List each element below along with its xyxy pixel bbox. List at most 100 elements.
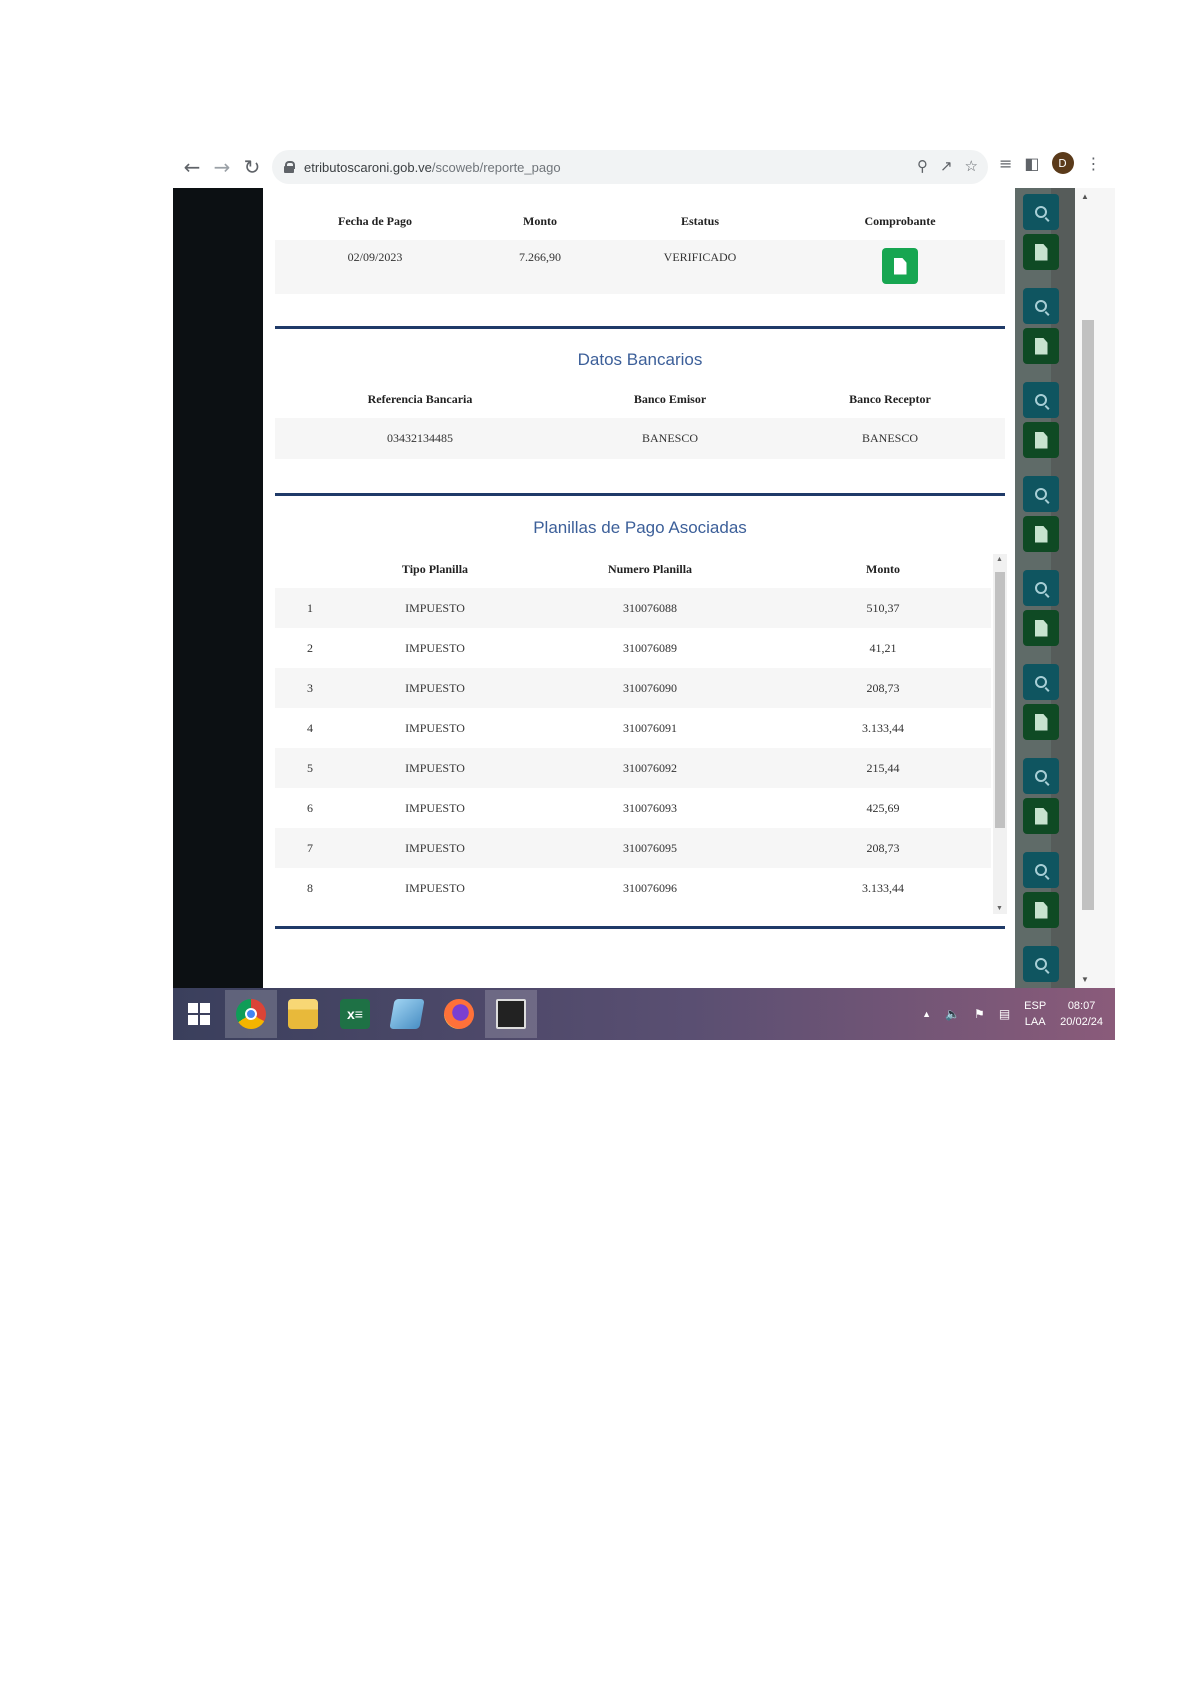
clock-date: 20/02/24 [1060,1016,1103,1028]
planillas-title: Planillas de Pago Asociadas [533,518,747,537]
left-sidebar [173,188,263,988]
planillas-table: Tipo Planilla Numero Planilla Monto 1 IMP… [275,550,991,908]
table-header-row: Tipo Planilla Numero Planilla Monto [275,550,991,588]
taskbar-app[interactable] [485,990,537,1038]
column-header: Numero Planilla [607,561,693,576]
scrollbar-thumb[interactable] [995,572,1005,828]
browser-toolbar: ← → ↻ etributoscaroni.gob.ve/scoweb/repo… [173,146,1115,188]
network-icon[interactable]: ▤ [999,1007,1010,1021]
app-icon [496,999,526,1029]
flag-icon[interactable]: ⚑ [974,1007,985,1021]
menu-kebab-icon[interactable]: ⋮ [1086,154,1102,173]
document-button[interactable] [1023,704,1059,740]
estatus-pago: VERIFICADO [663,250,737,264]
search-button[interactable] [1023,758,1059,794]
language-indicator[interactable]: ESP LAA [1024,998,1046,1030]
search-button[interactable] [1023,852,1059,888]
search-button[interactable] [1023,946,1059,982]
search-button[interactable] [1023,288,1059,324]
document-button[interactable] [1023,234,1059,270]
taskbar-notepad[interactable] [381,990,433,1038]
planilla-index: 8 [307,880,313,895]
column-header: Banco Emisor [633,391,707,406]
tray-expand-icon[interactable]: ▲ [922,1009,931,1019]
monto-planilla: 215,44 [866,760,900,775]
address-bar[interactable]: etributoscaroni.gob.ve/scoweb/reporte_pa… [272,150,988,184]
document-icon [893,257,907,275]
scroll-down-icon[interactable]: ▼ [996,905,1003,912]
document-icon [1034,431,1048,449]
windows-logo-icon [188,1003,210,1025]
search-icon [1035,300,1047,312]
document-button[interactable] [1023,892,1059,928]
taskbar-file-explorer[interactable] [277,990,329,1038]
banco-receptor: BANESCO [861,431,918,445]
column-header: Tipo Planilla [401,561,469,576]
volume-icon[interactable]: 🔈 [945,1007,960,1021]
document-button[interactable] [1023,798,1059,834]
bookmark-star-icon[interactable]: ☆ [965,157,978,175]
table-row: 3 IMPUESTO 310076090 208,73 [275,668,991,708]
column-header: Banco Receptor [849,391,931,406]
referencia-bancaria: 03432134485 [387,431,453,445]
start-button[interactable] [173,990,225,1038]
scrollbar-thumb[interactable] [1082,320,1094,910]
system-tray: ▲ 🔈 ⚑ ▤ ESP LAA 08:07 20/02/24 [922,988,1103,1040]
tipo-planilla: IMPUESTO [405,600,465,615]
taskbar-chrome[interactable] [225,990,277,1038]
forward-icon[interactable]: → [207,152,237,182]
document-button[interactable] [1023,422,1059,458]
zoom-icon[interactable]: ⚲ [917,157,928,175]
tipo-planilla: IMPUESTO [405,720,465,735]
chrome-icon [236,999,266,1029]
monto-planilla: 3.133,44 [862,720,904,735]
document-button[interactable] [1023,516,1059,552]
search-button[interactable] [1023,664,1059,700]
side-panel-icon[interactable]: ◧ [1024,154,1039,173]
table-row: 2 IMPUESTO 310076089 41,21 [275,628,991,668]
search-button[interactable] [1023,194,1059,230]
document-button[interactable] [1023,328,1059,364]
tipo-planilla: IMPUESTO [405,680,465,695]
planillas-scrollbar[interactable]: ▲ ▼ [993,554,1007,914]
reload-icon[interactable]: ↻ [237,152,267,182]
numero-planilla: 310076093 [623,800,677,815]
table-row: 8 IMPUESTO 310076096 3.133,44 [275,868,991,908]
banco-emisor: BANESCO [641,431,698,445]
monto-planilla: 208,73 [866,840,900,855]
search-button[interactable] [1023,476,1059,512]
search-button[interactable] [1023,382,1059,418]
profile-avatar[interactable]: D [1051,152,1074,174]
search-button[interactable] [1023,570,1059,606]
table-header-row: Fecha de Pago Monto Estatus Comprobante [275,202,1005,240]
scroll-up-icon[interactable]: ▲ [996,556,1003,563]
scroll-up-icon[interactable]: ▲ [1081,192,1089,201]
document-icon [1034,243,1048,261]
table-row: 4 IMPUESTO 310076091 3.133,44 [275,708,991,748]
document-icon [1034,807,1048,825]
reading-list-icon[interactable]: ≡ [999,154,1012,173]
back-icon[interactable]: ← [177,152,207,182]
comprobante-button[interactable] [882,248,918,284]
clock[interactable]: 08:07 20/02/24 [1060,998,1103,1030]
page-scrollbar[interactable]: ▲ ▼ [1075,188,1115,988]
taskbar-firefox[interactable] [433,990,485,1038]
planilla-index: 7 [307,840,313,855]
column-header: Monto [866,561,900,576]
search-icon [1035,958,1047,970]
windows-taskbar: x≡ ▲ 🔈 ⚑ ▤ ESP LAA 08:07 20/02/24 [173,988,1115,1040]
planilla-index: 2 [307,640,313,655]
scroll-down-icon[interactable]: ▼ [1081,975,1089,984]
numero-planilla: 310076091 [623,720,677,735]
taskbar-excel[interactable]: x≡ [329,990,381,1038]
document-button[interactable] [1023,610,1059,646]
table-row: 5 IMPUESTO 310076092 215,44 [275,748,991,788]
search-icon [1035,770,1047,782]
monto-pago: 7.266,90 [519,250,561,264]
tipo-planilla: IMPUESTO [405,840,465,855]
tipo-planilla: IMPUESTO [405,760,465,775]
share-icon[interactable]: ↗ [940,157,953,175]
lock-icon [284,161,295,173]
language-layout: LAA [1024,1016,1046,1028]
monto-planilla: 3.133,44 [862,880,904,895]
